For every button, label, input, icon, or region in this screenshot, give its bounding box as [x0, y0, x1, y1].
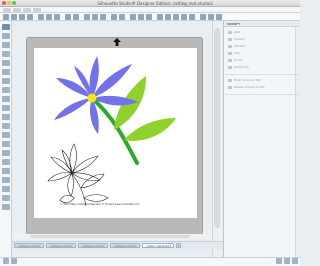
new-document-icon[interactable] [3, 14, 9, 20]
eraser-tool-icon[interactable] [2, 141, 10, 147]
zoom-out-icon[interactable] [92, 14, 98, 20]
settings-icon[interactable] [276, 258, 282, 264]
line-tool-icon[interactable] [2, 42, 10, 48]
menu-view[interactable] [23, 8, 31, 12]
freehand-tool-icon[interactable] [2, 114, 10, 120]
modify-divide-label[interactable]: Divide [234, 59, 284, 62]
grid-icon[interactable] [111, 14, 117, 20]
panel-side-tabs[interactable] [295, 27, 300, 257]
add-tab-icon[interactable]: + [176, 243, 181, 248]
pan-tool-icon[interactable] [2, 168, 10, 174]
modify-intersect-label[interactable]: Intersect [234, 45, 284, 48]
weld-icon[interactable] [228, 31, 232, 34]
rounded-rectangle-tool-icon[interactable] [2, 87, 10, 93]
group-icon[interactable] [2, 186, 10, 192]
modify-panel [223, 21, 300, 257]
edit-points-icon[interactable] [2, 33, 10, 39]
redo-icon[interactable] [73, 14, 79, 20]
send-to-cutter-icon[interactable] [216, 14, 222, 20]
modify-icon[interactable] [173, 14, 179, 20]
modify-subtract-all-label[interactable]: Subtract All [234, 66, 284, 69]
make-compound-path-label[interactable]: Make Compound Path [234, 79, 284, 82]
weld-icon[interactable] [2, 204, 10, 210]
page-setup-icon[interactable] [119, 14, 125, 20]
document-tab-active[interactable]: cutting_mat.studio3 [142, 243, 174, 248]
subtract-all-icon[interactable] [228, 66, 232, 69]
expand-icon[interactable] [292, 258, 298, 264]
select-tool-icon[interactable] [2, 24, 10, 30]
minimize-window-icon[interactable] [7, 1, 11, 5]
print-icon[interactable] [27, 14, 33, 20]
window-title: Silhouette Studio® Designer Edition: cut… [97, 1, 213, 6]
line-color-icon[interactable] [138, 14, 144, 20]
flower-artwork[interactable] [34, 48, 197, 218]
help-icon[interactable] [284, 258, 290, 264]
paste-icon[interactable] [54, 14, 60, 20]
menu-file[interactable] [3, 8, 11, 12]
maximize-window-icon[interactable] [12, 1, 16, 5]
line-style-icon[interactable] [146, 14, 152, 20]
smooth-freehand-tool-icon[interactable] [2, 123, 10, 129]
panel-divider [225, 94, 299, 95]
make-compound-path-icon[interactable] [228, 79, 232, 82]
modify-panel-title: MODIFY [224, 21, 300, 27]
fill-color-icon[interactable] [130, 14, 136, 20]
open-icon[interactable] [11, 14, 17, 20]
bottom-status-bar [0, 257, 300, 266]
outlined-flower [47, 143, 109, 207]
panel-divider [225, 74, 299, 75]
library-toggle-icon[interactable] [3, 258, 9, 264]
store-icon[interactable] [208, 14, 214, 20]
release-compound-path-label[interactable]: Release Compound Path [234, 86, 284, 89]
document-tab[interactable]: Untitled-1.studio3 [14, 243, 44, 248]
modify-weld-label[interactable]: Weld [234, 31, 284, 34]
eyedropper-tool-icon[interactable] [2, 159, 10, 165]
document-tab[interactable]: Untitled-3.studio3 [78, 243, 108, 248]
save-icon[interactable] [19, 14, 25, 20]
knife-tool-icon[interactable] [2, 150, 10, 156]
polygon-tool-icon[interactable] [2, 51, 10, 57]
modify-subtract-label[interactable]: Subtract [234, 38, 284, 41]
ungroup-icon[interactable] [2, 195, 10, 201]
regular-polygon-tool-icon[interactable] [2, 105, 10, 111]
offset-icon[interactable] [181, 14, 187, 20]
undo-icon[interactable] [65, 14, 71, 20]
replicate-icon[interactable] [165, 14, 171, 20]
library-icon[interactable] [200, 14, 206, 20]
intersect-icon[interactable] [228, 45, 232, 48]
flower-center [87, 93, 97, 103]
document-tab[interactable]: Untitled-2.studio3 [46, 243, 76, 248]
zoom-tool-icon[interactable] [2, 177, 10, 183]
zoom-fit-icon[interactable] [100, 14, 106, 20]
align-icon[interactable] [157, 14, 163, 20]
menu-edit[interactable] [13, 8, 21, 12]
crop-icon[interactable] [228, 52, 232, 55]
curve-tool-icon[interactable] [2, 60, 10, 66]
lower-leaf [124, 118, 176, 141]
rectangle-tool-icon[interactable] [2, 78, 10, 84]
modify-crop-label[interactable]: Crop [234, 52, 284, 55]
divide-icon[interactable] [228, 59, 232, 62]
vertical-scroll-thumb[interactable] [214, 28, 220, 228]
feed-direction-arrow-icon [113, 38, 121, 46]
zoom-in-icon[interactable] [84, 14, 90, 20]
arc-tool-icon[interactable] [2, 69, 10, 75]
ellipse-tool-icon[interactable] [2, 96, 10, 102]
copy-icon[interactable] [46, 14, 52, 20]
design-view-icon[interactable] [11, 258, 17, 264]
release-compound-path-icon[interactable] [228, 86, 232, 89]
horizontal-scroll-thumb[interactable] [30, 235, 190, 238]
cut-icon[interactable] [38, 14, 44, 20]
subtract-icon[interactable] [228, 38, 232, 41]
menu-object[interactable] [33, 8, 41, 12]
trace-icon[interactable] [189, 14, 195, 20]
text-tool-icon[interactable] [2, 132, 10, 138]
document-tab[interactable]: Untitled-4.studio3 [110, 243, 140, 248]
copyright-text: © 2012 Mary Carlotta's Republic © Thread… [60, 203, 140, 206]
close-window-icon[interactable] [2, 1, 6, 5]
